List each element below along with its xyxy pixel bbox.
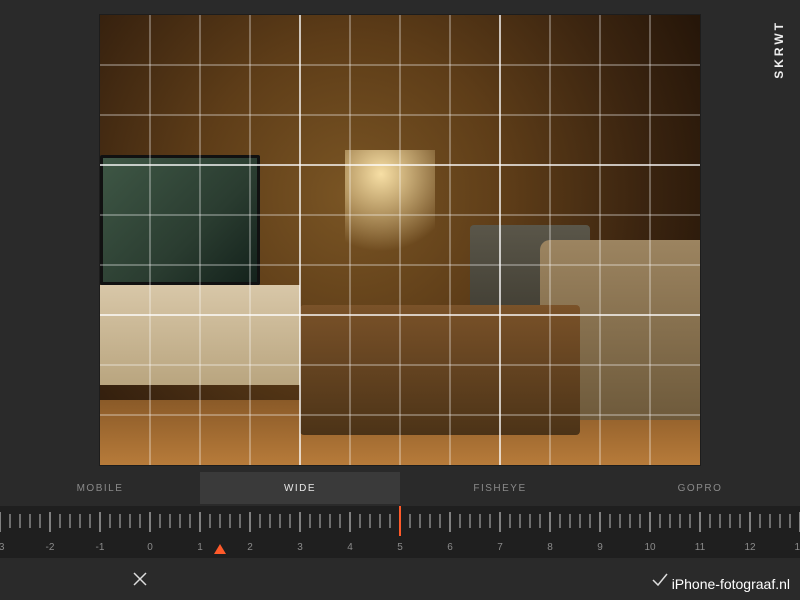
svg-text:5: 5 (397, 542, 403, 553)
tab-wide[interactable]: WIDE (200, 472, 400, 504)
cancel-button[interactable] (40, 569, 240, 589)
svg-text:13: 13 (794, 542, 800, 553)
svg-text:11: 11 (695, 542, 706, 553)
credit-watermark: iPhone-fotograaf.nl (672, 576, 790, 592)
tab-fisheye[interactable]: FISHEYE (400, 472, 600, 504)
close-icon (130, 569, 150, 589)
svg-text:7: 7 (497, 542, 503, 553)
svg-text:9: 9 (597, 542, 603, 553)
svg-text:6: 6 (447, 542, 453, 553)
svg-text:-3: -3 (0, 542, 5, 553)
svg-text:12: 12 (744, 542, 756, 553)
photo-cabinet (100, 285, 300, 385)
svg-text:-2: -2 (46, 542, 55, 553)
photo-lamp (345, 150, 435, 270)
svg-text:10: 10 (644, 542, 656, 553)
svg-text:4: 4 (347, 542, 353, 553)
svg-text:-1: -1 (96, 542, 105, 553)
tab-mobile[interactable]: MOBILE (0, 472, 200, 504)
tab-gopro[interactable]: GOPRO (600, 472, 800, 504)
svg-text:3: 3 (297, 542, 303, 553)
check-icon (650, 569, 670, 589)
photo-table (300, 305, 580, 435)
photo-tv (100, 155, 260, 285)
image-preview[interactable] (100, 15, 700, 465)
svg-text:0: 0 (147, 542, 153, 553)
svg-text:1: 1 (197, 542, 203, 553)
lens-preset-tabs: MOBILE WIDE FISHEYE GOPRO (0, 472, 800, 504)
app-watermark: SKRWT (772, 20, 786, 79)
correction-slider[interactable]: -3-2-1012345678910111213 (0, 506, 800, 558)
svg-text:2: 2 (247, 542, 253, 553)
svg-text:8: 8 (547, 542, 553, 553)
correction-slider-container: -3-2-1012345678910111213 (0, 506, 800, 558)
